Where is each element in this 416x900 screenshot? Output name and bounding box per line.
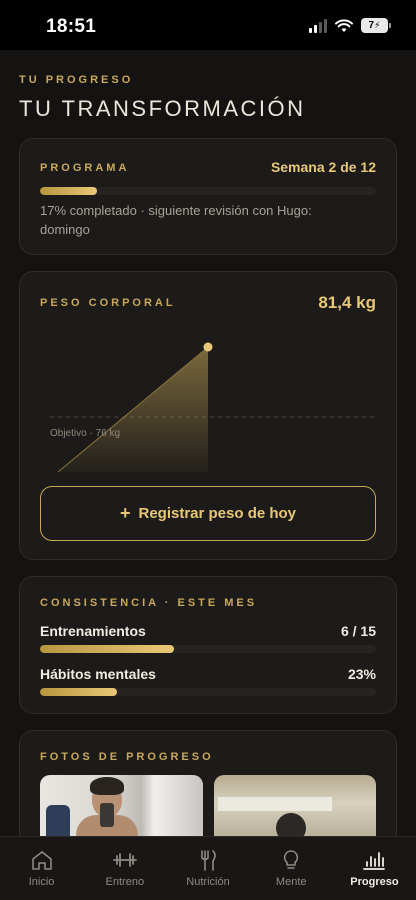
tab-entreno[interactable]: Entreno	[83, 837, 166, 900]
bar-chart-icon	[363, 852, 386, 870]
lightbulb-icon	[284, 850, 299, 869]
progress-photo[interactable]	[40, 775, 203, 836]
tab-progreso[interactable]: Progreso	[333, 837, 416, 900]
workouts-progress-bar	[40, 645, 376, 653]
tab-mente[interactable]: Mente	[250, 837, 333, 900]
workouts-progress-fill	[40, 645, 175, 653]
section-eyebrow: TU PROGRESO	[19, 74, 134, 86]
consistency-card: CONSISTENCIA · ESTE MES Entrenamientos 6…	[19, 576, 397, 714]
mental-habits-progress-fill	[40, 688, 118, 696]
status-bar: 18:51 7 ⚡	[0, 0, 416, 50]
goal-label: Objetivo · 76 kg	[50, 428, 121, 439]
status-icons: 7 ⚡	[309, 18, 391, 33]
utensils-icon	[201, 850, 216, 871]
battery-icon: 7 ⚡	[361, 18, 391, 33]
body-weight-card: PESO CORPORAL 81,4 kg Objetivo · 76 kg +…	[19, 271, 397, 560]
program-week: Semana 2 de 12	[270, 159, 376, 175]
tab-label: Nutrición	[186, 876, 230, 888]
tab-bar: Inicio Entreno Nutrición Mente Progreso	[0, 836, 416, 900]
mental-habits-value: 23%	[347, 666, 376, 682]
tab-nutricion[interactable]: Nutrición	[166, 837, 249, 900]
program-note: 17% completado · siguiente revisión con …	[40, 203, 312, 237]
weight-chart-plot	[50, 342, 376, 473]
dumbbell-icon	[112, 853, 137, 867]
wifi-icon	[335, 18, 353, 32]
latest-weight-point[interactable]	[203, 342, 213, 352]
consistency-label: CONSISTENCIA · ESTE MES	[40, 597, 258, 609]
status-time: 18:51	[46, 16, 97, 37]
mental-habits-label: Hábitos mentales	[40, 666, 156, 682]
photos-row	[40, 775, 376, 836]
register-weight-button[interactable]: + Registrar peso de hoy	[40, 486, 376, 541]
tab-label: Mente	[275, 876, 307, 888]
workouts-label: Entrenamientos	[40, 623, 146, 639]
progress-photos-card: FOTOS DE PROGRESO	[19, 730, 397, 836]
cellular-signal-icon	[309, 18, 327, 33]
tab-label: Progreso	[350, 876, 399, 888]
plus-icon: +	[119, 503, 131, 523]
photos-label: FOTOS DE PROGRESO	[40, 751, 214, 763]
program-progress-fill	[40, 187, 98, 195]
tab-label: Entreno	[105, 876, 145, 888]
workouts-value: 6 / 15	[340, 623, 376, 639]
progress-photo[interactable]	[213, 775, 376, 836]
program-label: PROGRAMA	[40, 162, 130, 174]
mental-habits-progress-bar	[40, 688, 376, 696]
register-weight-label: Registrar peso de hoy	[138, 505, 297, 522]
progress-screen[interactable]: TU PROGRESO TU TRANSFORMACIÓN PROGRAMA S…	[0, 50, 416, 836]
home-icon	[31, 851, 52, 870]
tab-label: Inicio	[28, 876, 55, 888]
program-progress-bar	[40, 187, 376, 195]
weight-label: PESO CORPORAL	[40, 297, 176, 309]
weight-value: 81,4 kg	[318, 293, 376, 312]
program-card: PROGRAMA Semana 2 de 12 17% completado ·…	[19, 138, 397, 255]
tab-inicio[interactable]: Inicio	[0, 837, 83, 900]
page-title: TU TRANSFORMACIÓN	[19, 96, 306, 121]
weight-chart: Objetivo · 76 kg	[40, 328, 376, 478]
